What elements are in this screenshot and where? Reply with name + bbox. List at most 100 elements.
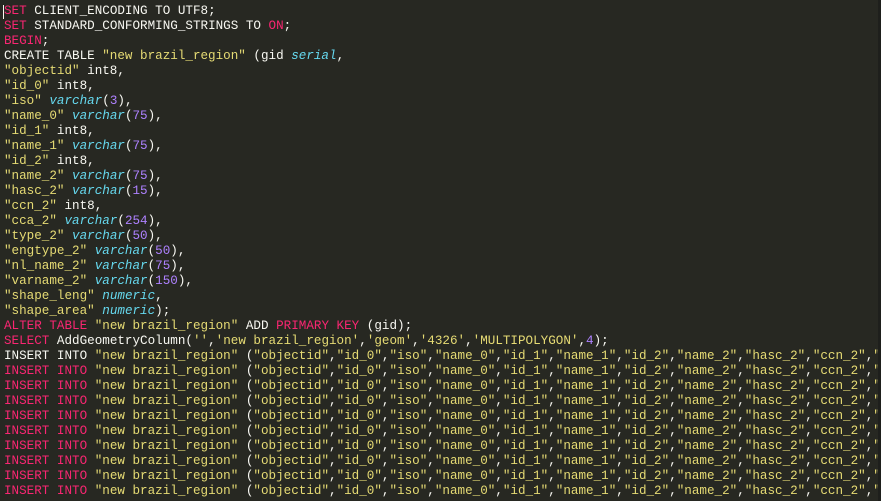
plain-token: , bbox=[548, 394, 556, 408]
string-token: "id_2" bbox=[623, 424, 670, 438]
string-token: "cca_2" bbox=[4, 214, 57, 228]
string-token: "objectid" bbox=[253, 424, 329, 438]
plain-token: , bbox=[329, 424, 337, 438]
code-line: "engtype_2" varchar(50), bbox=[4, 244, 881, 259]
string-token: "name_1" bbox=[555, 364, 617, 378]
code-text-area[interactable]: SET CLIENT_ENCODING TO UTF8; SET STANDARD… bbox=[4, 4, 881, 499]
plain-token: , bbox=[329, 394, 337, 408]
string-token: "ccn_2" bbox=[812, 484, 866, 498]
string-token: "name_2" bbox=[676, 379, 738, 393]
type-token: numeric bbox=[102, 289, 156, 303]
string-token: "objectid" bbox=[253, 439, 329, 453]
string-token: "ccn_2" bbox=[812, 424, 866, 438]
plain-token: , bbox=[427, 424, 435, 438]
plain-token: , bbox=[616, 364, 624, 378]
plain-token: ( bbox=[124, 139, 133, 153]
string-token: "id_1" bbox=[502, 379, 549, 393]
string-token: "name_2" bbox=[676, 439, 738, 453]
string-token: "name_2" bbox=[4, 169, 65, 183]
plain-token: , bbox=[669, 454, 677, 468]
string-token: "name_1" bbox=[555, 439, 617, 453]
code-line: "hasc_2" varchar(15), bbox=[4, 184, 881, 199]
string-token: "name_0" bbox=[434, 469, 496, 483]
string-token: "hasc_2" bbox=[744, 484, 806, 498]
string-token: "id_1" bbox=[502, 409, 549, 423]
plain-token: ( bbox=[117, 214, 125, 228]
string-token: "ccn_2" bbox=[812, 439, 866, 453]
plain-token: , bbox=[548, 409, 556, 423]
plain-token: , bbox=[737, 424, 745, 438]
plain-token: ), bbox=[170, 259, 186, 273]
string-token: "new brazil_region" bbox=[94, 454, 239, 468]
plain-token: , bbox=[616, 439, 624, 453]
string-token: "name_1" bbox=[555, 409, 617, 423]
plain-token: CREATE TABLE bbox=[4, 49, 103, 63]
plain-token: , bbox=[669, 379, 677, 393]
code-line: "name_0" varchar(75), bbox=[4, 109, 881, 124]
code-line: "iso" varchar(3), bbox=[4, 94, 881, 109]
plain-token: , bbox=[805, 424, 813, 438]
string-token: "name_0" bbox=[434, 454, 496, 468]
plain-token: ( bbox=[124, 229, 133, 243]
plain-token: , bbox=[669, 349, 677, 363]
plain-token: , bbox=[616, 454, 624, 468]
string-token: "name_0" bbox=[434, 364, 496, 378]
code-line: ALTER TABLE "new brazil_region" ADD PRIM… bbox=[4, 319, 881, 334]
string-token: "id_0" bbox=[336, 439, 382, 453]
string-token: "name_1" bbox=[555, 394, 617, 408]
plain-token: , bbox=[737, 454, 745, 468]
plain-token: , bbox=[669, 424, 677, 438]
code-line: "name_2" varchar(75), bbox=[4, 169, 881, 184]
plain-token: , bbox=[329, 454, 337, 468]
plain-token: , bbox=[495, 469, 503, 483]
string-token: "name_0" bbox=[434, 424, 496, 438]
string-token: "ccn_2" bbox=[812, 454, 866, 468]
plain-token: , bbox=[155, 289, 163, 303]
string-token: "objectid" bbox=[253, 484, 329, 498]
plain-token: , bbox=[805, 439, 813, 453]
code-editor[interactable]: SET CLIENT_ENCODING TO UTF8; SET STANDARD… bbox=[0, 0, 881, 501]
keyword-token: INSERT INTO bbox=[4, 469, 88, 483]
plain-token: , bbox=[329, 364, 337, 378]
string-token: "ccn_2" bbox=[812, 394, 866, 408]
plain-token: , bbox=[208, 334, 216, 348]
keyword-token: BEGIN bbox=[4, 34, 42, 48]
keyword-token: INSERT INTO bbox=[4, 409, 88, 423]
plain-token: ( bbox=[238, 349, 254, 363]
plain-token: ( bbox=[102, 94, 110, 108]
string-token: "hasc_2" bbox=[744, 379, 806, 393]
type-token: varchar bbox=[64, 214, 118, 228]
string-token: "id_2" bbox=[623, 364, 670, 378]
type-token: varchar bbox=[72, 109, 125, 123]
string-token: "iso" bbox=[389, 469, 428, 483]
plain-token: , bbox=[412, 334, 420, 348]
number-token: 50 bbox=[132, 229, 148, 243]
type-token: varchar bbox=[94, 274, 148, 288]
string-token: "engtype_2" bbox=[4, 244, 88, 258]
plain-token: (gid); bbox=[359, 319, 413, 333]
number-token: 75 bbox=[132, 139, 148, 153]
string-token: '4326' bbox=[419, 334, 466, 348]
string-token: "name_0" bbox=[434, 379, 496, 393]
string-token: "new brazil_region" bbox=[94, 379, 239, 393]
type-token: varchar bbox=[72, 169, 125, 183]
keyword-token: ON bbox=[268, 19, 284, 33]
number-token: 254 bbox=[124, 214, 148, 228]
string-token: "id_1" bbox=[502, 349, 549, 363]
type-token: varchar bbox=[72, 229, 125, 243]
plain-token: ( bbox=[238, 484, 254, 498]
type-token: numeric bbox=[102, 304, 156, 318]
code-line: "type_2" varchar(50), bbox=[4, 229, 881, 244]
keyword-token: SET bbox=[4, 4, 27, 18]
plain-token: , bbox=[737, 484, 745, 498]
string-token: "ccn_2" bbox=[812, 349, 866, 363]
plain-token: , bbox=[616, 484, 624, 498]
plain-token: , bbox=[495, 349, 503, 363]
